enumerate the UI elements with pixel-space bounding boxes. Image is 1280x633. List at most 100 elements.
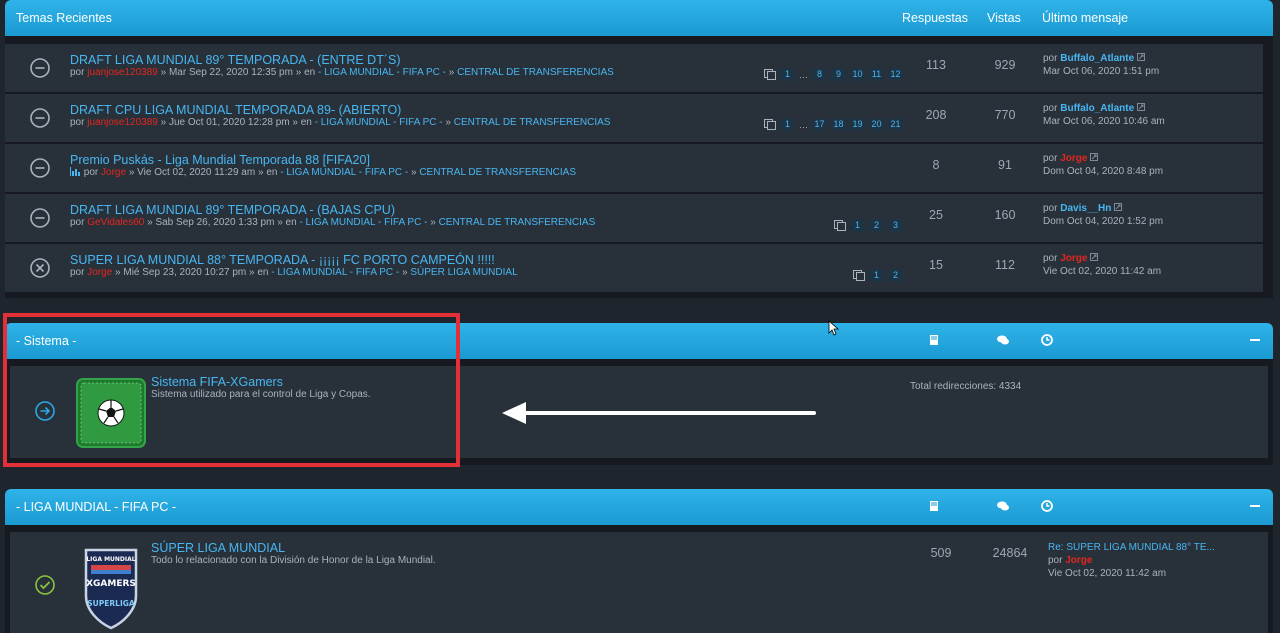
view-latest-post-icon[interactable] xyxy=(1090,253,1099,261)
last-post-date: Dom Oct 04, 2020 1:52 pm xyxy=(1043,216,1164,227)
superliga-logo: LIGA MUNDIAL XGAMERS SUPERLIGA xyxy=(84,548,138,630)
topic-pagination: 1 … 17 18 19 20 21 xyxy=(764,118,903,131)
last-post-user[interactable]: Buffalo_Atlante xyxy=(1060,103,1134,114)
svg-text:XGAMERS: XGAMERS xyxy=(86,579,136,589)
poll-icon xyxy=(70,167,80,176)
view-latest-post-icon[interactable] xyxy=(1114,203,1123,211)
page-link[interactable]: 11 xyxy=(869,68,884,81)
last-post-info: por Buffalo_Atlante Mar Oct 06, 2020 1:5… xyxy=(1043,53,1160,77)
topic-title[interactable]: DRAFT LIGA MUNDIAL 89° TEMPORADA - (BAJA… xyxy=(70,203,395,217)
subforum-link[interactable]: CENTRAL DE TRANSFERENCIAS xyxy=(457,67,614,78)
forum-link[interactable]: - LIGA MUNDIAL - FIFA PC - xyxy=(315,117,443,128)
forum-read-check-icon xyxy=(35,575,55,595)
page-link[interactable]: 3 xyxy=(888,219,903,232)
last-post-user[interactable]: Buffalo_Atlante xyxy=(1060,53,1134,64)
page-link[interactable]: 1 xyxy=(869,269,884,282)
topic-author[interactable]: Jorge xyxy=(87,267,112,278)
last-post-user[interactable]: Davis__Hn xyxy=(1060,203,1111,214)
page-link[interactable]: 20 xyxy=(869,118,884,131)
topic-locked-icon xyxy=(30,258,50,278)
subforum-link[interactable]: CENTRAL DE TRANSFERENCIAS xyxy=(419,167,576,178)
topic-views: 91 xyxy=(998,158,1012,172)
pages-icon xyxy=(764,119,776,130)
topic-title[interactable]: DRAFT CPU LIGA MUNDIAL TEMPORADA 89- (AB… xyxy=(70,103,401,117)
last-post-user[interactable]: Jorge xyxy=(1065,555,1092,566)
topic-replies: 25 xyxy=(929,208,943,222)
last-post-info: por Buffalo_Atlante Mar Oct 06, 2020 10:… xyxy=(1043,103,1165,127)
page-link[interactable]: 18 xyxy=(831,118,846,131)
forum-link[interactable]: - LIGA MUNDIAL - FIFA PC - xyxy=(280,167,408,178)
topic-replies: 113 xyxy=(926,58,946,72)
topic-row: DRAFT CPU LIGA MUNDIAL TEMPORADA 89- (AB… xyxy=(5,94,1263,142)
page-link[interactable]: 19 xyxy=(850,118,865,131)
post-count: 24864 xyxy=(992,546,1028,560)
collapse-icon[interactable] xyxy=(1248,333,1262,347)
book-icon xyxy=(930,501,938,511)
page-link[interactable]: 17 xyxy=(812,118,827,131)
topic-row: SUPER LIGA MUNDIAL 88° TEMPORADA - ¡¡¡¡¡… xyxy=(5,244,1263,292)
clock-icon xyxy=(1041,334,1053,346)
topic-read-icon xyxy=(30,108,50,128)
page-link[interactable]: 1 xyxy=(780,68,795,81)
last-post-title[interactable]: Re: SUPER LIGA MUNDIAL 88° TE... xyxy=(1048,541,1215,554)
page-link[interactable]: 2 xyxy=(888,269,903,282)
collapse-icon[interactable] xyxy=(1248,499,1262,513)
pages-icon xyxy=(764,69,776,80)
col-views: Vistas xyxy=(987,11,1021,25)
topic-author[interactable]: juanjose120389 xyxy=(87,67,158,78)
clock-icon xyxy=(1041,500,1053,512)
topic-title[interactable]: Premio Puskás - Liga Mundial Temporada 8… xyxy=(70,153,370,167)
topic-author[interactable]: juanjose120389 xyxy=(87,117,158,128)
page-link[interactable]: 1 xyxy=(780,118,795,131)
page-link[interactable]: 8 xyxy=(812,68,827,81)
liga-panel: LIGA MUNDIAL XGAMERS SUPERLIGA SÚPER LIG… xyxy=(5,525,1273,633)
category-liga-header: - LIGA MUNDIAL - FIFA PC - xyxy=(5,489,1273,525)
topic-author[interactable]: GeVidales60 xyxy=(87,217,144,228)
topic-meta: por juanjose120389 » Jue Oct 01, 2020 12… xyxy=(70,117,611,128)
topic-row: Premio Puskás - Liga Mundial Temporada 8… xyxy=(5,144,1263,192)
topic-meta: por GeVidales60 » Sab Sep 26, 2020 1:33 … xyxy=(70,217,596,228)
topic-title[interactable]: SUPER LIGA MUNDIAL 88° TEMPORADA - ¡¡¡¡¡… xyxy=(70,253,495,267)
page-link[interactable]: 1 xyxy=(850,219,865,232)
forum-link[interactable]: - LIGA MUNDIAL - FIFA PC - xyxy=(271,267,399,278)
category-title[interactable]: - LIGA MUNDIAL - FIFA PC - xyxy=(16,500,176,514)
subforum-link[interactable]: SÚPER LIGA MUNDIAL xyxy=(410,267,517,278)
recent-topics-header: Temas Recientes Respuestas Vistas Último… xyxy=(5,0,1273,36)
col-last-post: Último mensaje xyxy=(1042,11,1129,25)
page-link[interactable]: 9 xyxy=(831,68,846,81)
topic-title[interactable]: DRAFT LIGA MUNDIAL 89° TEMPORADA - (ENTR… xyxy=(70,53,401,67)
pointer-arrow xyxy=(502,402,816,424)
last-post-user[interactable]: Jorge xyxy=(1060,253,1087,264)
subforum-link[interactable]: CENTRAL DE TRANSFERENCIAS xyxy=(454,117,611,128)
forum-description: Todo lo relacionado con la División de H… xyxy=(151,555,436,566)
page-link[interactable]: 21 xyxy=(888,118,903,131)
page-link[interactable]: 12 xyxy=(888,68,903,81)
topic-author[interactable]: Jorge xyxy=(101,167,126,178)
last-post-date: Vie Oct 02, 2020 11:42 am xyxy=(1043,266,1162,277)
view-latest-post-icon[interactable] xyxy=(1090,153,1099,161)
comments-icon xyxy=(997,501,1009,511)
topic-meta: por Jorge » Vie Oct 02, 2020 11:29 am » … xyxy=(70,167,576,178)
page-link[interactable]: 2 xyxy=(869,219,884,232)
view-latest-post-icon[interactable] xyxy=(1136,103,1145,111)
pagination-ellipsis: … xyxy=(799,119,808,130)
topic-pagination: 1 … 8 9 10 11 12 xyxy=(764,68,903,81)
forum-link[interactable]: - LIGA MUNDIAL - FIFA PC - xyxy=(318,67,446,78)
topic-replies: 8 xyxy=(932,158,940,172)
view-latest-post-icon[interactable] xyxy=(1136,53,1145,61)
topic-replies: 15 xyxy=(929,258,943,272)
forum-link[interactable]: - LIGA MUNDIAL - FIFA PC - xyxy=(299,217,427,228)
subforum-link[interactable]: CENTRAL DE TRANSFERENCIAS xyxy=(439,217,596,228)
last-post-user[interactable]: Jorge xyxy=(1060,153,1087,164)
forum-title[interactable]: SÚPER LIGA MUNDIAL xyxy=(151,541,285,555)
last-post-info: por Davis__Hn Dom Oct 04, 2020 1:52 pm xyxy=(1043,203,1164,227)
topic-count: 509 xyxy=(930,546,952,560)
topic-views: 160 xyxy=(994,208,1016,222)
page-link[interactable]: 10 xyxy=(850,68,865,81)
redirect-count: Total redirecciones: 4334 xyxy=(910,381,1022,392)
last-post-date: Dom Oct 04, 2020 8:48 pm xyxy=(1043,166,1164,177)
topic-meta: por Jorge » Mié Sep 23, 2020 10:27 pm » … xyxy=(70,267,518,278)
book-icon xyxy=(930,335,938,345)
mouse-cursor xyxy=(828,320,840,336)
last-post-date: Mar Oct 06, 2020 10:46 am xyxy=(1043,116,1165,127)
